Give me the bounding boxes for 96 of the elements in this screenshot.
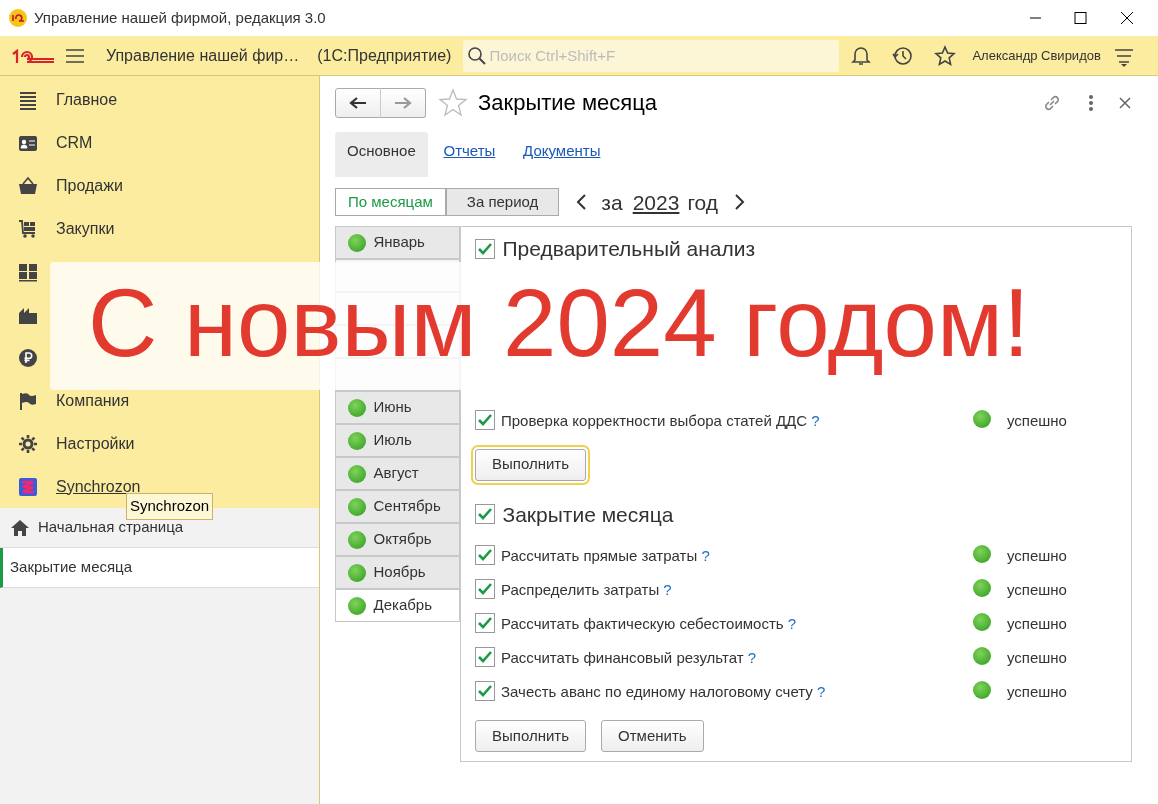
bell-icon[interactable]: [850, 44, 873, 67]
status-dot: [348, 464, 366, 483]
checkbox[interactable]: [475, 681, 495, 701]
help-link[interactable]: ?: [701, 547, 710, 564]
status-dot: [348, 497, 366, 516]
sidebar-item[interactable]: Настройки: [56, 431, 135, 456]
more-icon[interactable]: [1086, 92, 1096, 113]
execute-button[interactable]: Выполнить: [475, 720, 587, 752]
checkbox-label: Рассчитать финансовый результат: [501, 649, 744, 666]
checkbox[interactable]: [475, 613, 495, 633]
section-title: Закрытие месяца: [502, 501, 674, 528]
checkbox[interactable]: [475, 409, 495, 430]
sidebar-item[interactable]: Главное: [56, 87, 118, 112]
search-field[interactable]: Поиск Ctrl+Shift+F: [463, 39, 840, 72]
checkbox[interactable]: [475, 545, 495, 565]
sidebar-item[interactable]: Продажи: [56, 173, 123, 198]
section-title: Предварительный анализ: [502, 236, 756, 262]
ruble-icon: [18, 347, 38, 368]
checkbox[interactable]: [475, 238, 495, 259]
help-link[interactable]: ?: [747, 649, 757, 666]
app-logo-icon: [8, 8, 28, 28]
tab[interactable]: Отчеты: [431, 132, 508, 177]
status-dot: [348, 563, 366, 582]
cancel-button[interactable]: Отменить: [601, 720, 704, 752]
month-tab[interactable]: Ноябрь: [335, 556, 460, 589]
chevron-left-icon[interactable]: [575, 193, 588, 212]
tooltip: Synchrozon: [126, 493, 214, 520]
status-dot: [973, 545, 991, 563]
status-dot: [348, 398, 366, 417]
gear-icon: [18, 433, 38, 454]
status-text: успешно: [1007, 614, 1067, 634]
status-text: успешно: [1007, 546, 1067, 566]
flag-icon: [18, 390, 38, 411]
status-dot: [348, 233, 366, 252]
checkbox-label: Проверка корректности выбора статей ДДС: [501, 411, 808, 429]
history-icon[interactable]: [892, 44, 915, 67]
help-link[interactable]: ?: [787, 615, 797, 632]
window-title: Управление нашей фирмой, редакция 3.0: [34, 7, 327, 28]
status-text: успешно: [1007, 410, 1067, 431]
year-suffix: год: [687, 189, 719, 216]
checkbox-label: Рассчитать прямые затраты: [501, 547, 698, 564]
status-dot: [348, 530, 366, 549]
sidebar-item[interactable]: CRM: [56, 130, 93, 155]
grid-icon: [18, 261, 38, 282]
status-dot: [973, 681, 991, 699]
status-dot: [973, 579, 991, 597]
checkbox-label: Рассчитать фактическую себестоимость: [501, 615, 784, 632]
status-dot: [973, 613, 991, 631]
user-name[interactable]: Александр Свиридов: [972, 45, 1101, 66]
year-prefix: за: [601, 189, 623, 216]
month-tab[interactable]: Июнь: [335, 391, 460, 424]
app-name: Управление нашей фир…: [106, 45, 300, 66]
checkbox[interactable]: [475, 504, 495, 525]
checkbox[interactable]: [475, 579, 495, 599]
back-button[interactable]: [335, 87, 381, 118]
home-icon: [10, 517, 30, 538]
star-icon[interactable]: [438, 87, 468, 118]
month-tab[interactable]: Октябрь: [335, 523, 460, 556]
menu-icon[interactable]: [64, 46, 86, 65]
status-dot: [973, 409, 991, 428]
month-tab[interactable]: Август: [335, 457, 460, 490]
star-icon[interactable]: [934, 44, 957, 67]
platform-label: (1С:Предприятие): [317, 45, 452, 66]
status-text: успешно: [1007, 580, 1067, 600]
month-tab[interactable]: Июль: [335, 424, 460, 457]
month-tab[interactable]: Январь: [335, 226, 460, 259]
year-link[interactable]: 2023: [632, 186, 680, 218]
status-text: успешно: [1007, 648, 1067, 668]
status-dot: [973, 647, 991, 665]
tab[interactable]: Документы: [511, 132, 613, 177]
open-window-tab[interactable]: Закрытие месяца: [0, 548, 319, 588]
checkbox-label: Распределить затраты: [501, 581, 660, 598]
checkbox-label: Зачесть аванс по единому налоговому счету: [501, 683, 813, 700]
checkbox[interactable]: [475, 647, 495, 667]
status-dot: [348, 596, 366, 615]
tab[interactable]: Основное: [335, 132, 428, 177]
help-link[interactable]: ?: [811, 411, 820, 429]
form-title: Закрытие месяца: [478, 89, 659, 117]
chevron-right-icon[interactable]: [734, 193, 747, 212]
list-icon: [18, 89, 38, 110]
status-text: успешно: [1007, 682, 1067, 702]
sidebar-item[interactable]: Компания: [56, 388, 130, 413]
month-tab[interactable]: Декабрь: [335, 589, 460, 622]
help-link[interactable]: ?: [816, 683, 826, 700]
arrow-left-icon: [349, 96, 367, 111]
sidebar-item[interactable]: Закупки: [56, 216, 115, 241]
app-logo-icon: [18, 476, 38, 497]
toggle-button[interactable]: За период: [445, 188, 560, 217]
search-icon: [467, 45, 488, 66]
toggle-button[interactable]: По месяцам: [335, 188, 446, 217]
month-tab[interactable]: Сентябрь: [335, 490, 460, 523]
status-dot: [348, 431, 366, 450]
help-link[interactable]: ?: [663, 581, 672, 598]
arrow-right-icon: [394, 96, 412, 111]
basket-icon: [18, 175, 38, 196]
cart-icon: [18, 218, 38, 239]
